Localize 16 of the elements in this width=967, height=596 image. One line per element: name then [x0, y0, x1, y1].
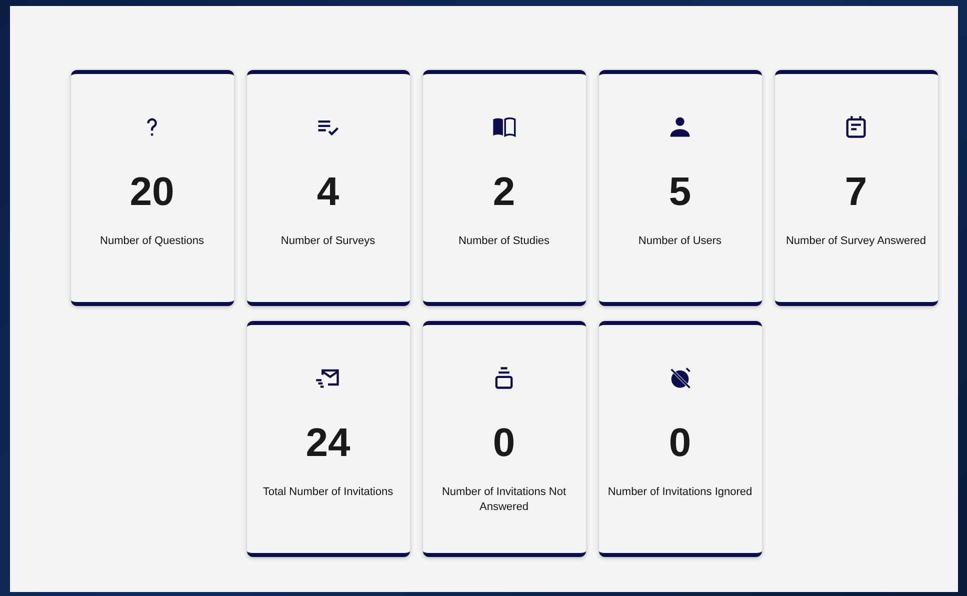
stat-label: Total Number of Invitations: [262, 485, 394, 500]
stat-label: Number of Surveys: [280, 234, 376, 249]
stat-label: Number of Questions: [99, 234, 205, 249]
stat-value: 7: [844, 169, 868, 216]
stat-value: 5: [668, 169, 692, 216]
stat-value: 2: [492, 169, 516, 216]
stat-label: Number of Users: [637, 234, 723, 249]
stat-value: 0: [668, 420, 692, 467]
stat-value: 4: [316, 169, 340, 216]
stat-label: Number of Invitations Not Answered: [440, 485, 568, 515]
stat-value: 20: [130, 169, 174, 216]
stat-label: Number of Invitations Ignored: [606, 485, 754, 500]
stat-label: Number of Survey Answered: [784, 234, 927, 249]
stat-value: 0: [492, 420, 516, 467]
stat-label: Number of Studies: [457, 234, 551, 249]
stat-value: 24: [306, 420, 350, 467]
